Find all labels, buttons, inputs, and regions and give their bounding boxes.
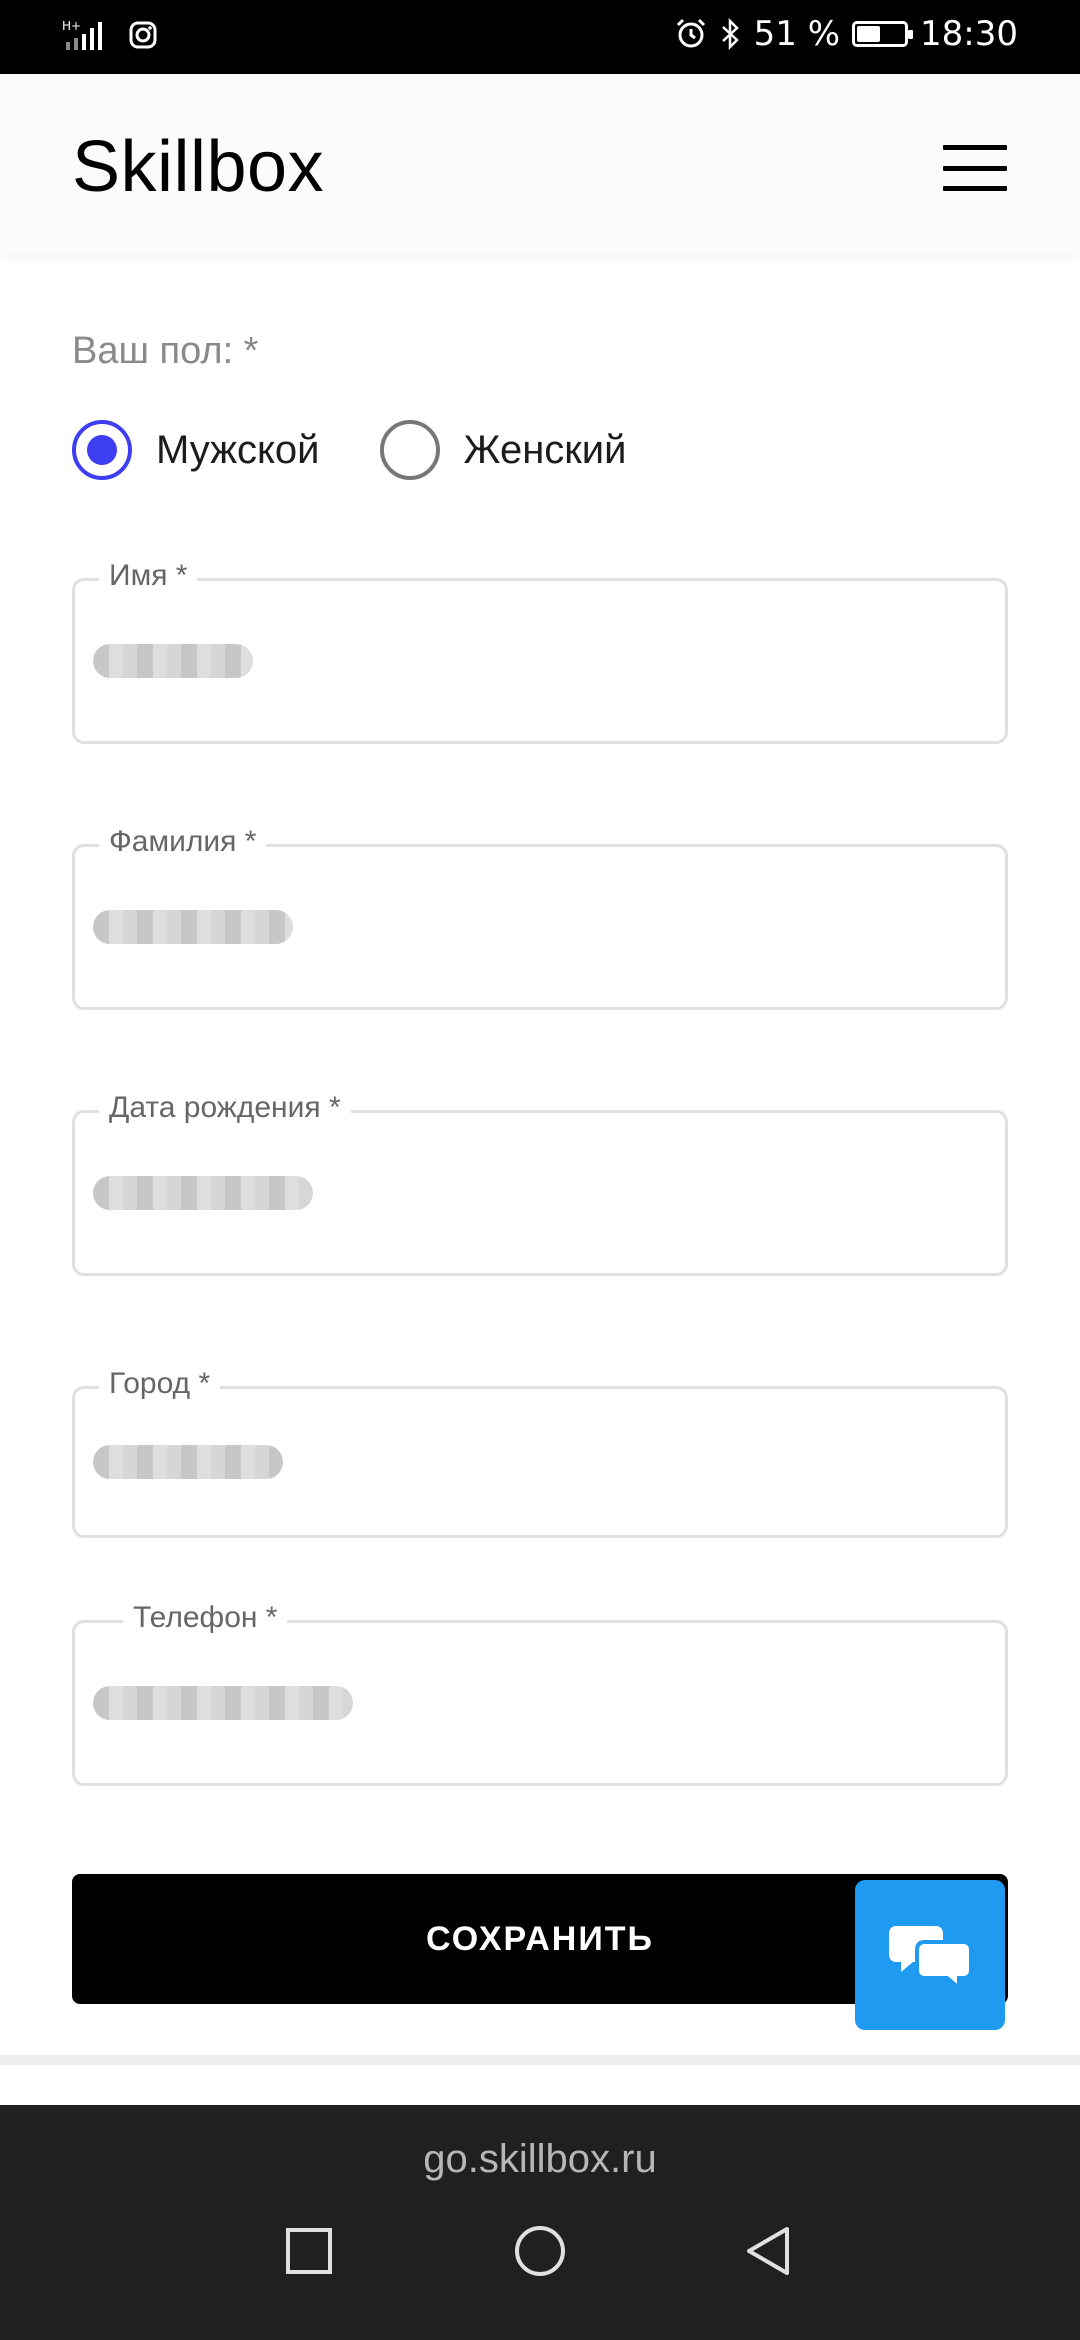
gender-option-label: Мужской: [156, 427, 320, 472]
alarm-icon: [676, 18, 705, 48]
gender-option-female[interactable]: Женский: [379, 420, 627, 480]
clock: 18:30: [920, 14, 1018, 54]
first-name-label: Имя *: [99, 559, 198, 593]
status-left: H+: [62, 18, 158, 52]
phone-label: Телефон *: [123, 1601, 288, 1635]
city-value-blurred: [93, 1445, 283, 1479]
back-icon[interactable]: [743, 2225, 795, 2277]
birth-date-value-blurred: [93, 1176, 313, 1210]
bluetooth-icon: [721, 17, 739, 51]
last-name-field[interactable]: Фамилия *: [72, 825, 1008, 1010]
gender-label: Ваш пол: *: [72, 330, 259, 372]
instagram-icon: [129, 21, 157, 49]
section-divider: [0, 2055, 1080, 2065]
chat-button[interactable]: [855, 1880, 1005, 2030]
menu-line: [943, 186, 1007, 191]
gender-option-label: Женский: [463, 427, 627, 472]
skillbox-logo[interactable]: Skillbox: [72, 126, 324, 208]
phone-value-blurred: [93, 1686, 353, 1720]
battery-level: [857, 26, 881, 42]
radio-unchecked-icon[interactable]: [379, 420, 440, 480]
menu-line: [943, 165, 1007, 171]
birth-date-field[interactable]: Дата рождения *: [72, 1091, 1008, 1276]
phone-field[interactable]: Телефон *: [72, 1601, 1008, 1786]
gender-option-male[interactable]: Мужской: [72, 420, 320, 480]
last-name-label: Фамилия *: [99, 825, 267, 859]
battery-icon: [852, 21, 914, 47]
birth-date-label: Дата рождения *: [99, 1091, 351, 1125]
site-header: Skillbox: [0, 74, 1080, 254]
home-icon[interactable]: [513, 2225, 567, 2279]
recent-apps-icon[interactable]: [283, 2225, 335, 2277]
signal-icon: H+: [62, 19, 102, 50]
status-bar: H+ 51 % 18:30: [0, 0, 1080, 74]
menu-line: [943, 145, 1007, 150]
battery-percent: 51 %: [753, 14, 841, 54]
system-navbar: [0, 2225, 1080, 2325]
hamburger-menu-icon[interactable]: [943, 145, 1007, 191]
status-right: 51 % 18:30: [674, 14, 1018, 54]
svg-text:H+: H+: [62, 19, 81, 33]
url-bar[interactable]: go.skillbox.ru: [0, 2137, 1080, 2182]
first-name-value-blurred: [93, 644, 253, 678]
city-label: Город *: [99, 1367, 221, 1401]
chat-bubbles-icon: [889, 1926, 971, 1990]
last-name-value-blurred: [93, 910, 293, 944]
radio-checked-icon[interactable]: [72, 420, 132, 480]
gender-radio-group: Мужской Женский: [72, 420, 626, 480]
city-field[interactable]: Город *: [72, 1367, 1008, 1538]
browser-bottom-bar: go.skillbox.ru: [0, 2105, 1080, 2340]
first-name-field[interactable]: Имя *: [72, 559, 1008, 744]
